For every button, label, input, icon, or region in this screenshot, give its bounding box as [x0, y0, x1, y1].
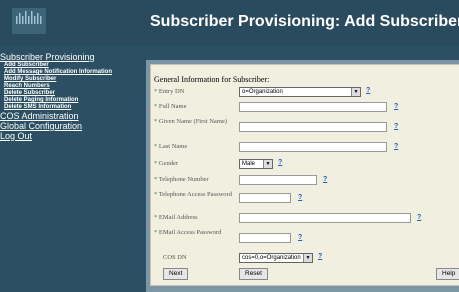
help-link[interactable]: ?: [366, 87, 370, 94]
nav-delete-subscriber[interactable]: Delete Subscriber: [0, 90, 145, 97]
last-name-label: * Last Name: [154, 143, 188, 150]
help-link[interactable]: ?: [417, 214, 421, 221]
header-bar: Subscriber Provisioning: Add Subscriber: [0, 0, 459, 45]
email-access-label: * EMail Access Password: [154, 229, 222, 236]
sidebar: Subscriber Provisioning Add Subscriber A…: [0, 52, 145, 141]
email-input[interactable]: [239, 213, 411, 223]
help-link[interactable]: ?: [318, 253, 322, 260]
nav-add-subscriber[interactable]: Add Subscriber: [0, 62, 145, 69]
help-link[interactable]: ?: [298, 194, 302, 201]
telephone-label: * Telephone Number: [154, 176, 209, 183]
entry-dn-label: * Entry DN: [154, 88, 185, 95]
help-link[interactable]: ?: [394, 123, 398, 130]
help-link[interactable]: ?: [323, 176, 327, 183]
help-link[interactable]: ?: [278, 159, 282, 166]
chevron-down-icon: ▼: [303, 254, 312, 262]
page-title: Subscriber Provisioning: Add Subscriber: [150, 13, 459, 30]
main-area: General Information for Subscriber: * En…: [146, 60, 459, 292]
nav-global-configuration[interactable]: Global Configuration: [0, 121, 145, 131]
nav-subscriber-provisioning[interactable]: Subscriber Provisioning: [0, 52, 145, 62]
chevron-down-icon: ▼: [351, 88, 360, 96]
gender-select[interactable]: Male ▼: [239, 159, 273, 169]
help-link[interactable]: ?: [298, 234, 302, 241]
telephone-input[interactable]: [239, 175, 317, 185]
form-panel: General Information for Subscriber: * En…: [150, 64, 459, 286]
telephone-access-label: * Telephone Access Password: [154, 191, 232, 198]
last-name-input[interactable]: [239, 142, 387, 152]
full-name-label: * Full Name: [154, 103, 187, 110]
nav-delete-sms[interactable]: Delete SMS Information: [0, 104, 145, 111]
cos-dn-label: COS DN: [163, 254, 187, 261]
chevron-down-icon: ▼: [263, 160, 272, 168]
full-name-input[interactable]: [239, 102, 387, 112]
telephone-access-input[interactable]: [239, 193, 291, 203]
email-access-input[interactable]: [239, 233, 291, 243]
next-button[interactable]: Next: [163, 268, 189, 280]
nav-reach-numbers[interactable]: Reach Numbers: [0, 83, 145, 90]
given-name-label: * Given Name (First Name): [154, 118, 227, 125]
cos-dn-select[interactable]: cos=0,o=Organization ▼: [239, 253, 313, 263]
nav-delete-paging[interactable]: Delete Paging Information: [0, 97, 145, 104]
nav-add-message-notification[interactable]: Add Message Notification Information: [0, 69, 145, 76]
given-name-input[interactable]: [239, 122, 387, 132]
help-link[interactable]: ?: [394, 103, 398, 110]
help-link[interactable]: ?: [394, 143, 398, 150]
entry-dn-select[interactable]: o=Organization ▼: [239, 87, 361, 97]
email-label: * EMail Address: [154, 214, 198, 221]
gender-label: * Gender: [154, 160, 179, 167]
cisco-logo-icon: [12, 8, 46, 34]
nav-log-out[interactable]: Log Out: [0, 131, 145, 141]
help-button[interactable]: Help: [436, 268, 459, 280]
nav-cos-administration[interactable]: COS Administration: [0, 111, 145, 121]
nav-modify-subscriber[interactable]: Modify Subscriber: [0, 76, 145, 83]
reset-button[interactable]: Reset: [239, 268, 268, 280]
section-title: General Information for Subscriber:: [154, 75, 270, 84]
